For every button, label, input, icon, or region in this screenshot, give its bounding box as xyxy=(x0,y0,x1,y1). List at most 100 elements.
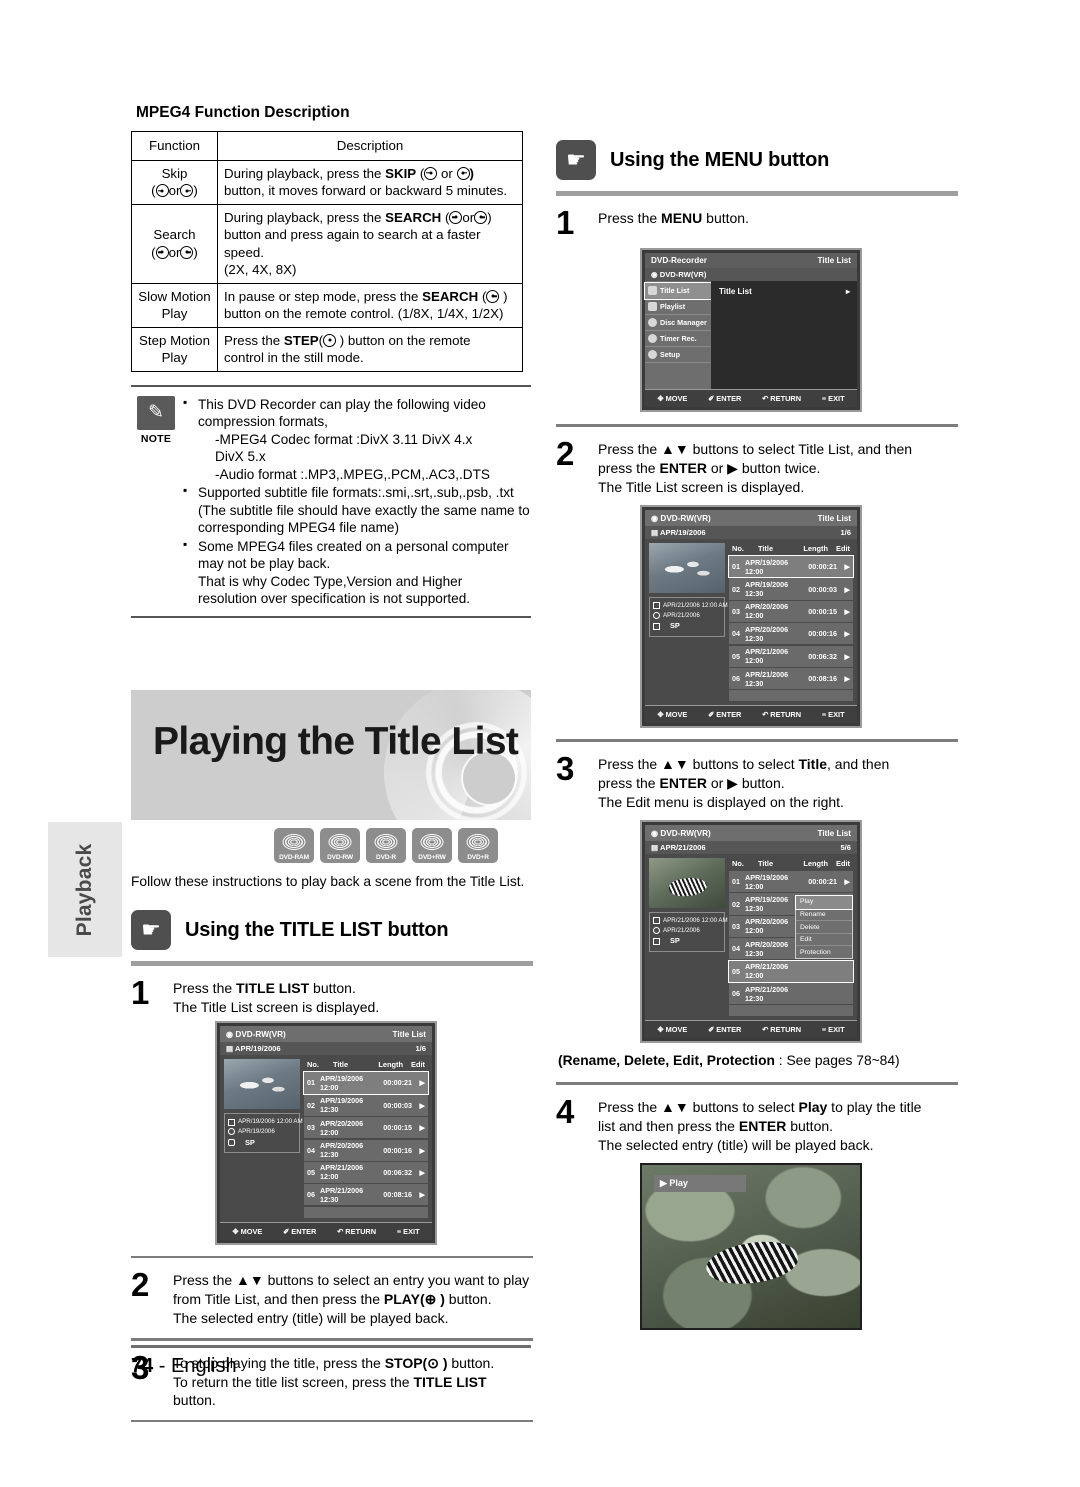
page-number: 74 xyxy=(131,1354,154,1377)
disc-icon xyxy=(420,834,444,850)
menu-item-play[interactable]: Play xyxy=(795,895,853,910)
sidebar-item-setup[interactable]: Setup xyxy=(645,347,711,364)
note-block: ✎ NOTE This DVD Recorder can play the fo… xyxy=(131,385,531,619)
osd-list-header: No. Title Length Edit xyxy=(729,543,853,556)
osd-body: APR/21/2006 12:00 AM CH1 APR/21/2006 SP … xyxy=(645,854,857,1021)
osd-enter-hint: ✐ ENTER xyxy=(708,710,742,720)
finger-press-icon: ☛ xyxy=(556,140,596,180)
table-row[interactable]: 05 APR/21/2006 12:00 xyxy=(728,959,854,983)
table-row: Slow Motion Play In pause or step mode, … xyxy=(131,282,523,328)
gear-icon xyxy=(648,350,657,360)
table-row[interactable]: 06 APR/21/2006 12:30 xyxy=(729,982,853,1005)
right-column: ☛ Using the MENU button 1 Press the MENU… xyxy=(556,140,958,1331)
osd-preview-pane: APR/19/2006 12:00 AM CH1 APR/19/2006 SP xyxy=(224,1059,317,1217)
osd-move-hint: ✥ MOVE xyxy=(657,1025,688,1035)
menu-item-protection[interactable]: Protection xyxy=(796,946,852,958)
table-row[interactable]: 06 APR/21/2006 12:30 00:08:16 ▶ xyxy=(304,1184,428,1206)
step-text-post: button. xyxy=(309,980,356,996)
osd-return-hint: ↶ RETURN xyxy=(762,1025,802,1035)
step-text: Press the ▲▼ buttons to select Play to p… xyxy=(598,1095,958,1155)
table-row[interactable]: 04 APR/20/2006 12:30 00:00:16 ▶ xyxy=(729,623,853,645)
osd-exit-hint: ≡ EXIT xyxy=(396,1226,420,1236)
sidebar-item-playlist[interactable]: Playlist xyxy=(645,299,711,316)
step-text-line2: from Title List, and then press the PLAY… xyxy=(173,1291,492,1307)
function-icons: (or) xyxy=(151,183,198,199)
clock-icon xyxy=(228,1128,235,1136)
section-heading: Using the MENU button xyxy=(610,148,830,171)
divider xyxy=(131,1338,533,1341)
osd-body: APR/19/2006 12:00 AM CH1 APR/19/2006 SP … xyxy=(220,1055,432,1222)
column-header-description: Description xyxy=(217,131,523,161)
step-subtext: The Title List screen is displayed. xyxy=(173,999,380,1016)
menu-item-delete[interactable]: Delete xyxy=(796,921,852,934)
table-row[interactable]: 02 APR/19/2006 12:30 00:00:03 ▶ xyxy=(729,578,853,600)
osd-header: ◉ DVD-RW(VR) Title List xyxy=(645,825,857,842)
osd-list-pane: No. Title Length Edit 01 APR/19/2006 12:0… xyxy=(728,543,854,702)
edit-context-menu[interactable]: Play Rename Delete Edit Protection xyxy=(795,895,853,960)
table-row[interactable]: 03 APR/20/2006 12:00 00:00:15 ▶ xyxy=(729,600,853,623)
osd-main-menu-screen[interactable]: DVD-Recorder Title List ◉ DVD-RW(VR) Tit… xyxy=(640,248,862,413)
table-row[interactable]: 06 APR/21/2006 12:30 00:08:16 ▶ xyxy=(729,667,853,690)
table-row[interactable]: 05 APR/21/2006 12:00 00:06:32 ▶ xyxy=(304,1161,428,1184)
menu-item-rename[interactable]: Rename xyxy=(796,909,852,922)
osd-date: ▤ APR/19/2006 xyxy=(651,528,706,538)
butterfly-graphic xyxy=(703,1235,801,1291)
step-text-line2: press the ENTER or ▶ button. xyxy=(598,774,785,791)
osd-menu-main-pane: Title List ▸ xyxy=(711,281,857,390)
program-icon xyxy=(228,1118,235,1126)
playlist-icon xyxy=(648,302,657,312)
table-row[interactable]: 04 APR/20/2006 12:30 00:00:16 ▶ xyxy=(304,1139,428,1161)
menu-item-title-list[interactable]: Title List ▸ xyxy=(711,281,857,296)
osd-menu-sidebar: Title List Playlist Disc Manager Timer R… xyxy=(644,281,712,390)
info-line-3: SP xyxy=(245,1137,255,1147)
page-footer-text: 74 - English xyxy=(131,1354,237,1377)
table-row[interactable]: 01 APR/19/2006 12:00 00:00:21 ▶ xyxy=(303,1071,429,1095)
sidebar-item-timer-rec[interactable]: Timer Rec. xyxy=(645,331,711,348)
osd-title-list-screen-3[interactable]: ◉ DVD-RW(VR) Title List ▤ APR/21/2006 5/… xyxy=(640,820,862,1044)
table-row[interactable]: 02 APR/19/2006 12:30 00:00:03 ▶ xyxy=(304,1094,428,1116)
step-text-line2: list and then press the ENTER button. xyxy=(598,1117,834,1134)
osd-move-hint: ✥ MOVE xyxy=(657,710,688,720)
osd-disc-label: ◉ DVD-RW(VR) xyxy=(651,514,711,524)
osd-footer: ✥ MOVE ✐ ENTER ↶ RETURN ≡ EXIT xyxy=(220,1221,432,1240)
desc-bold: SEARCH xyxy=(422,288,479,304)
finger-press-icon: ☛ xyxy=(131,910,171,950)
table-row[interactable]: 01 APR/19/2006 12:00 00:00:21 ▶ xyxy=(728,555,854,579)
step-text: Press the ▲▼ buttons to select an entry … xyxy=(173,1268,533,1328)
table-row[interactable]: 03 APR/20/2006 12:00 00:00:15 ▶ xyxy=(304,1117,428,1139)
list-item: This DVD Recorder can play the following… xyxy=(181,395,531,483)
divider xyxy=(131,1255,533,1258)
desc-pre: During playback, press the xyxy=(224,165,386,181)
timer-icon xyxy=(648,334,657,344)
divider xyxy=(556,424,958,427)
table-row[interactable]: 01 APR/19/2006 12:00 00:00:21 ▶ xyxy=(729,871,853,893)
disc-logo-label: DVD+R xyxy=(467,854,489,861)
table-row: Step Motion Play Press the STEP( ) butto… xyxy=(131,326,523,373)
osd-footer: ✥ MOVE ✐ ENTER ↶ RETURN ≡ EXIT xyxy=(645,705,857,724)
info-line-2: APR/21/2006 xyxy=(663,611,700,619)
thumbnail-image xyxy=(224,1059,300,1110)
desc-pre: Press the xyxy=(224,332,284,348)
thumbnail-image xyxy=(649,858,725,909)
osd-preview-pane: APR/21/2006 12:00 AM CH1 APR/21/2006 SP xyxy=(649,543,742,701)
cell-function: Search (or) xyxy=(131,203,218,284)
sidebar-item-title-list[interactable]: Title List xyxy=(644,282,712,301)
program-icon xyxy=(653,602,660,610)
osd-list-header: No. Title Length Edit xyxy=(729,858,853,871)
osd-device-label: DVD-Recorder xyxy=(651,256,707,266)
menu-item-edit[interactable]: Edit xyxy=(796,934,852,947)
step-icon xyxy=(323,333,337,347)
step-number: 3 xyxy=(556,749,575,787)
step-text-line2: To return the title list screen, press t… xyxy=(173,1373,487,1408)
osd-title-list-screen-1[interactable]: ◉ DVD-RW(VR) Title List ▤ APR/19/2006 1/… xyxy=(215,1021,437,1245)
osd-title-list-screen-2[interactable]: ◉ DVD-RW(VR) Title List ▤ APR/19/2006 1/… xyxy=(640,505,862,729)
osd-playback-still[interactable]: ▶ Play xyxy=(640,1163,958,1331)
see-pages-rest: : See pages 78~84) xyxy=(774,1053,900,1069)
step-text-pre: Press the ▲▼ buttons to select xyxy=(598,755,799,772)
function-name: Slow Motion xyxy=(138,288,211,304)
sidebar-item-disc-manager[interactable]: Disc Manager xyxy=(645,315,711,332)
step-text-bold: Title xyxy=(798,755,828,772)
disc-logo: DVD-RW xyxy=(320,828,360,863)
step-text-bold: Play xyxy=(798,1098,828,1115)
table-row[interactable]: 05 APR/21/2006 12:00 00:06:32 ▶ xyxy=(729,645,853,667)
